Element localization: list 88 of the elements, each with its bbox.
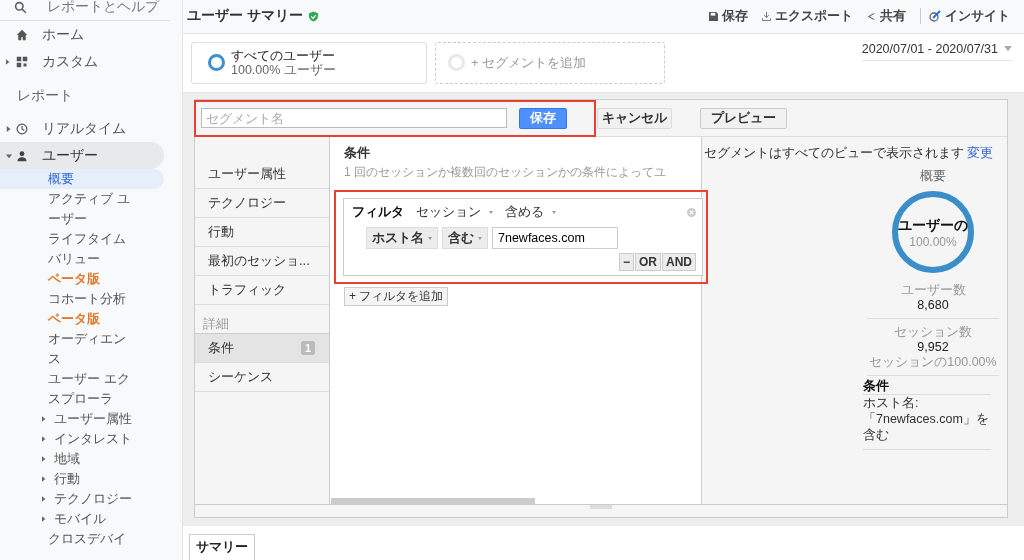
segment-name-field[interactable]: セグメント名 [201,108,507,128]
summary-title: 概要 [920,168,946,185]
sub-nav-item[interactable]: アクティブ ユーザー [0,189,164,229]
search-icon [14,0,27,14]
scope-dropdown[interactable]: セッション [416,203,493,221]
cancel-button[interactable]: キャンセル [597,107,672,129]
beta-label: ベータ版 [48,310,101,328]
conditions-description: 1 回のセッションか複数回のセッションかの条件によってユ [344,164,667,181]
stat-label: セッション数 [894,325,972,340]
caret-icon [478,236,482,240]
sub-nav-item[interactable]: ユーザー エクスプローラ [0,369,164,409]
search-label[interactable]: レポートとヘルプ [47,0,159,16]
segment-share: 100.00% ユーザー [231,62,336,78]
download-icon [762,11,771,21]
conditions-heading: 条件 [344,145,371,162]
add-segment-label: + セグメントを追加 [471,53,587,72]
scrollbar[interactable] [331,498,535,504]
nav-group[interactable]: リアルタイム [0,115,164,142]
segment-name: すべてのユーザー [231,47,336,63]
sub-nav-item[interactable]: テクノロジー [0,489,164,509]
clock-icon [16,122,28,135]
beta-label: ベータ版 [48,270,101,288]
caret-icon [6,152,12,159]
stat-share: セッションの100.00% [869,355,997,370]
sub-nav-item[interactable]: ライフタイムバリュー ベータ版 [0,229,164,289]
dashboard-icon [16,55,28,68]
change-link[interactable]: 変更 [967,146,994,160]
ring-label: ユーザーの [898,217,968,235]
section-heading: レポート [16,87,74,105]
sub-nav-item[interactable]: クロスデバイ [0,529,164,549]
stat-value: 9,952 [917,340,949,355]
tab[interactable]: サマリー [189,534,255,560]
condition-heading: 条件 [863,378,991,395]
dimension-dropdown[interactable]: ホスト名 [366,227,438,249]
logic-button[interactable]: OR [635,253,661,271]
sub-nav-item[interactable]: モバイル [0,509,164,529]
add-filter-button[interactable]: + フィルタを追加 [344,287,449,306]
nav-item[interactable]: カスタム [42,52,98,71]
sub-nav-item[interactable]: 地域 [0,449,164,469]
toolbar-action[interactable]: 共有 [867,7,906,25]
caret-icon [42,516,46,522]
count-badge: 1 [300,341,315,355]
caret-icon [552,210,556,214]
operator-dropdown[interactable]: 含む [442,227,488,249]
caret-icon [42,476,46,482]
caret-icon [428,236,432,240]
segment-card[interactable]: すべてのユーザー 100.00% ユーザー [191,41,427,84]
resize-handle[interactable] [590,505,612,509]
caret-icon [489,210,493,214]
toolbar-action[interactable]: インサイト [929,7,1010,25]
home-icon [16,28,28,41]
save-icon [709,11,718,21]
sub-nav-item[interactable]: 行動 [0,469,164,489]
notice-text: セグメントはすべてのビューで表示されます [704,146,964,160]
caret-icon [42,496,46,502]
close-icon[interactable] [687,207,696,217]
caret-icon [42,436,46,442]
ring-value: 100.00% [909,235,957,249]
stat-label: ユーザー数 [900,283,966,298]
insight-icon [929,10,941,23]
toolbar-action[interactable]: エクスポート [762,7,853,25]
caret-icon [6,125,12,132]
sub-nav-item[interactable]: コホート分析 ベータ版 [0,289,164,329]
nav-item[interactable]: ホーム [42,25,84,44]
sub-nav-item[interactable]: ユーザー属性 [0,409,164,429]
logic-button[interactable]: AND [662,253,696,271]
value-field[interactable]: 7newfaces.com [492,227,618,249]
preview-button[interactable]: プレビュー [700,107,787,129]
stat-value: 8,680 [917,298,949,313]
toolbar-action[interactable]: 保存 [709,7,748,25]
caret-icon [6,58,10,65]
logic-button[interactable]: − [619,253,634,271]
sub-nav-item[interactable]: インタレスト [0,429,164,449]
nav-group[interactable]: ユーザー [0,142,164,169]
caret-icon [1004,46,1012,52]
page-title: ユーザー サマリー [187,7,303,26]
share-icon [867,11,876,21]
mode-dropdown[interactable]: 含める [505,203,556,221]
caret-icon [42,416,46,422]
date-range-picker[interactable]: 2020/07/01 - 2020/07/31 [861,41,1012,61]
caret-icon [42,456,46,462]
condition-summary: ホスト名: 「7newfaces.com」を含む [863,395,990,443]
sub-nav-item[interactable]: オーディエンス [0,329,164,369]
person-icon [16,149,28,162]
ring-icon [208,54,225,72]
category-tab[interactable]: 条件 1 [195,334,329,363]
sub-nav-item[interactable]: 概要 [0,169,164,189]
filter-label: フィルタ [352,203,404,221]
